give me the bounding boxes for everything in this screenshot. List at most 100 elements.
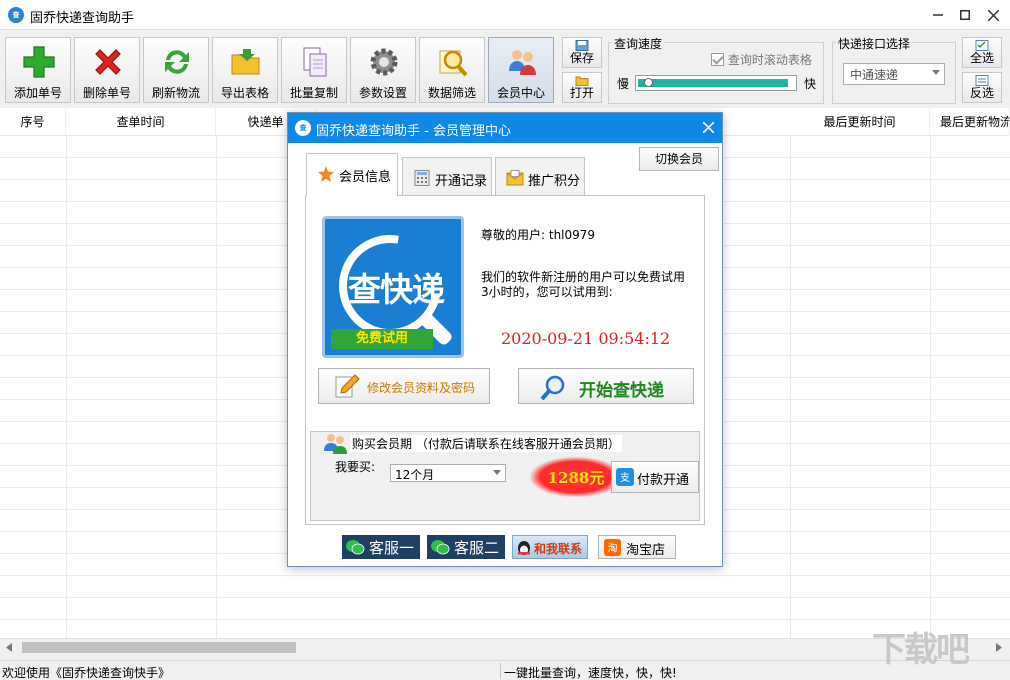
tab-activation-records-label: 开通记录	[435, 174, 488, 189]
scrollbar-thumb[interactable]	[22, 642, 296, 653]
settings-button[interactable]: 参数设置	[350, 37, 416, 103]
svg-text:淘: 淘	[608, 542, 618, 555]
mail-icon	[506, 170, 524, 186]
delete-x-icon	[95, 49, 121, 75]
save-icon	[575, 40, 589, 51]
data-filter-label: 数据筛选	[427, 86, 476, 100]
tab-member-info-label: 会员信息	[339, 170, 392, 185]
refresh-icon	[165, 50, 189, 74]
magnifier-icon	[439, 50, 468, 77]
dialog-close-button[interactable]	[702, 118, 715, 137]
add-number-label: 添加单号	[13, 86, 62, 100]
minimize-button[interactable]	[925, 0, 951, 30]
app-logo-image: 查快递 免费试用	[322, 216, 464, 358]
start-query-label: 开始查快递	[579, 381, 664, 401]
select-all-button[interactable]: 全选	[962, 37, 1002, 68]
speed-slider-track-fill	[638, 79, 788, 87]
horizontal-scrollbar[interactable]	[0, 638, 1010, 655]
column-header-last-update-time[interactable]: 最后更新时间	[790, 108, 930, 136]
scroll-right-icon[interactable]	[995, 643, 1003, 652]
plus-icon	[23, 46, 55, 78]
export-table-button[interactable]: 导出表格	[212, 37, 278, 103]
speed-slider-thumb[interactable]	[644, 78, 653, 87]
tab-referral-points[interactable]: 推广积分	[495, 157, 585, 195]
export-table-label: 导出表格	[220, 86, 269, 100]
edit-profile-button[interactable]: 修改会员资料及密码	[318, 368, 490, 404]
customer-service-2-label: 客服二	[454, 539, 500, 557]
column-header-last-update-logistics[interactable]: 最后更新物流	[930, 108, 1010, 136]
refresh-logistics-button[interactable]: 刷新物流	[143, 37, 209, 103]
batch-copy-button[interactable]: 批量复制	[281, 37, 347, 103]
refresh-logistics-label: 刷新物流	[151, 86, 200, 100]
purchase-group-icon	[322, 431, 347, 455]
logo-word: 查快递	[348, 270, 445, 309]
batch-copy-label: 批量复制	[289, 86, 338, 100]
tab-activation-records[interactable]: 开通记录	[402, 157, 492, 195]
scroll-table-label: 查询时滚动表格	[727, 53, 812, 67]
status-left-text: 欢迎使用《固乔快递查询快手》	[2, 666, 171, 680]
switch-member-button[interactable]: 切换会员	[639, 147, 719, 171]
courier-interface-value: 中通速递	[850, 68, 899, 82]
query-speed-title: 查询速度	[612, 35, 665, 52]
contact-me-label: 和我联系	[534, 542, 583, 556]
pay-activate-button[interactable]: 支 付款开通	[611, 461, 699, 493]
start-query-button[interactable]: 开始查快递	[518, 368, 694, 404]
add-number-button[interactable]: 添加单号	[5, 37, 71, 103]
open-button[interactable]: 打开	[562, 72, 602, 103]
contact-me-button[interactable]: 和我联系	[512, 535, 588, 559]
maximize-button[interactable]	[952, 0, 978, 30]
save-button[interactable]: 保存	[562, 37, 602, 68]
watermark: 下载吧	[872, 630, 970, 670]
member-center-button[interactable]: 会员中心	[488, 37, 554, 103]
buy-label: 我要买:	[335, 460, 376, 474]
purchase-period-select[interactable]: 12个月	[390, 464, 506, 482]
fast-label: 快	[804, 77, 817, 91]
logo-ribbon: 免费试用	[331, 329, 433, 349]
scroll-table-option[interactable]: 查询时滚动表格	[711, 51, 812, 68]
taobao-icon: 淘	[604, 539, 621, 556]
wechat-icon	[431, 540, 450, 555]
edit-profile-label: 修改会员资料及密码	[367, 381, 476, 395]
price-value: 1288元	[547, 469, 605, 487]
maximize-icon	[960, 10, 970, 20]
data-filter-button[interactable]: 数据筛选	[419, 37, 485, 103]
chevron-down-icon	[932, 70, 940, 75]
customer-service-1-button[interactable]: 客服一	[342, 535, 420, 559]
close-button[interactable]	[980, 0, 1006, 30]
delete-number-button[interactable]: 删除单号	[74, 37, 140, 103]
customer-service-2-button[interactable]: 客服二	[427, 535, 505, 559]
select-all-label: 全选	[969, 51, 994, 65]
status-bar: 欢迎使用《固乔快递查询快手》 一键批量查询，速度快，快，快!	[0, 660, 1010, 680]
slow-label: 慢	[617, 77, 630, 91]
scroll-left-icon[interactable]	[5, 643, 13, 652]
toolbar: 添加单号 删除单号 刷新物流 导出表格 批量复制 参数设置 数据筛选 会员中心 …	[0, 30, 1010, 108]
select-all-icon	[975, 40, 989, 51]
wechat-icon	[346, 540, 365, 555]
scroll-table-checkbox[interactable]	[711, 53, 724, 66]
minimize-icon	[933, 14, 943, 16]
column-header-index[interactable]: 序号	[0, 108, 66, 136]
grid-line	[930, 136, 931, 638]
speed-slider[interactable]	[635, 75, 797, 91]
invert-selection-label: 反选	[969, 86, 994, 100]
invert-selection-icon	[975, 75, 989, 86]
folder-export-icon	[231, 49, 260, 75]
status-divider	[500, 663, 501, 679]
purchase-group-title: 购买会员期 （付款后请联系在线客服开通会员期）	[350, 435, 622, 452]
delete-number-label: 删除单号	[82, 86, 131, 100]
pay-activate-label: 付款开通	[637, 473, 690, 488]
gear-icon	[370, 48, 398, 76]
tab-member-info[interactable]: 会员信息	[306, 153, 398, 196]
column-header-query-time[interactable]: 查单时间	[66, 108, 216, 136]
invert-selection-button[interactable]: 反选	[962, 72, 1002, 103]
taobao-store-label: 淘宝店	[626, 543, 666, 558]
members-icon	[324, 434, 347, 454]
app-logo-icon: 查	[8, 7, 24, 23]
taobao-store-button[interactable]: 淘 淘宝店	[598, 535, 676, 559]
member-center-dialog: 查 固乔快递查询助手 - 会员管理中心 切换会员 会员信息 开通记录 推广积分 …	[287, 112, 723, 567]
dialog-title-bar: 查 固乔快递查询助手 - 会员管理中心	[288, 113, 722, 143]
star-icon	[318, 166, 334, 182]
pencil-edit-icon	[335, 374, 360, 398]
courier-interface-select[interactable]: 中通速递	[843, 63, 945, 85]
close-icon	[702, 121, 715, 134]
